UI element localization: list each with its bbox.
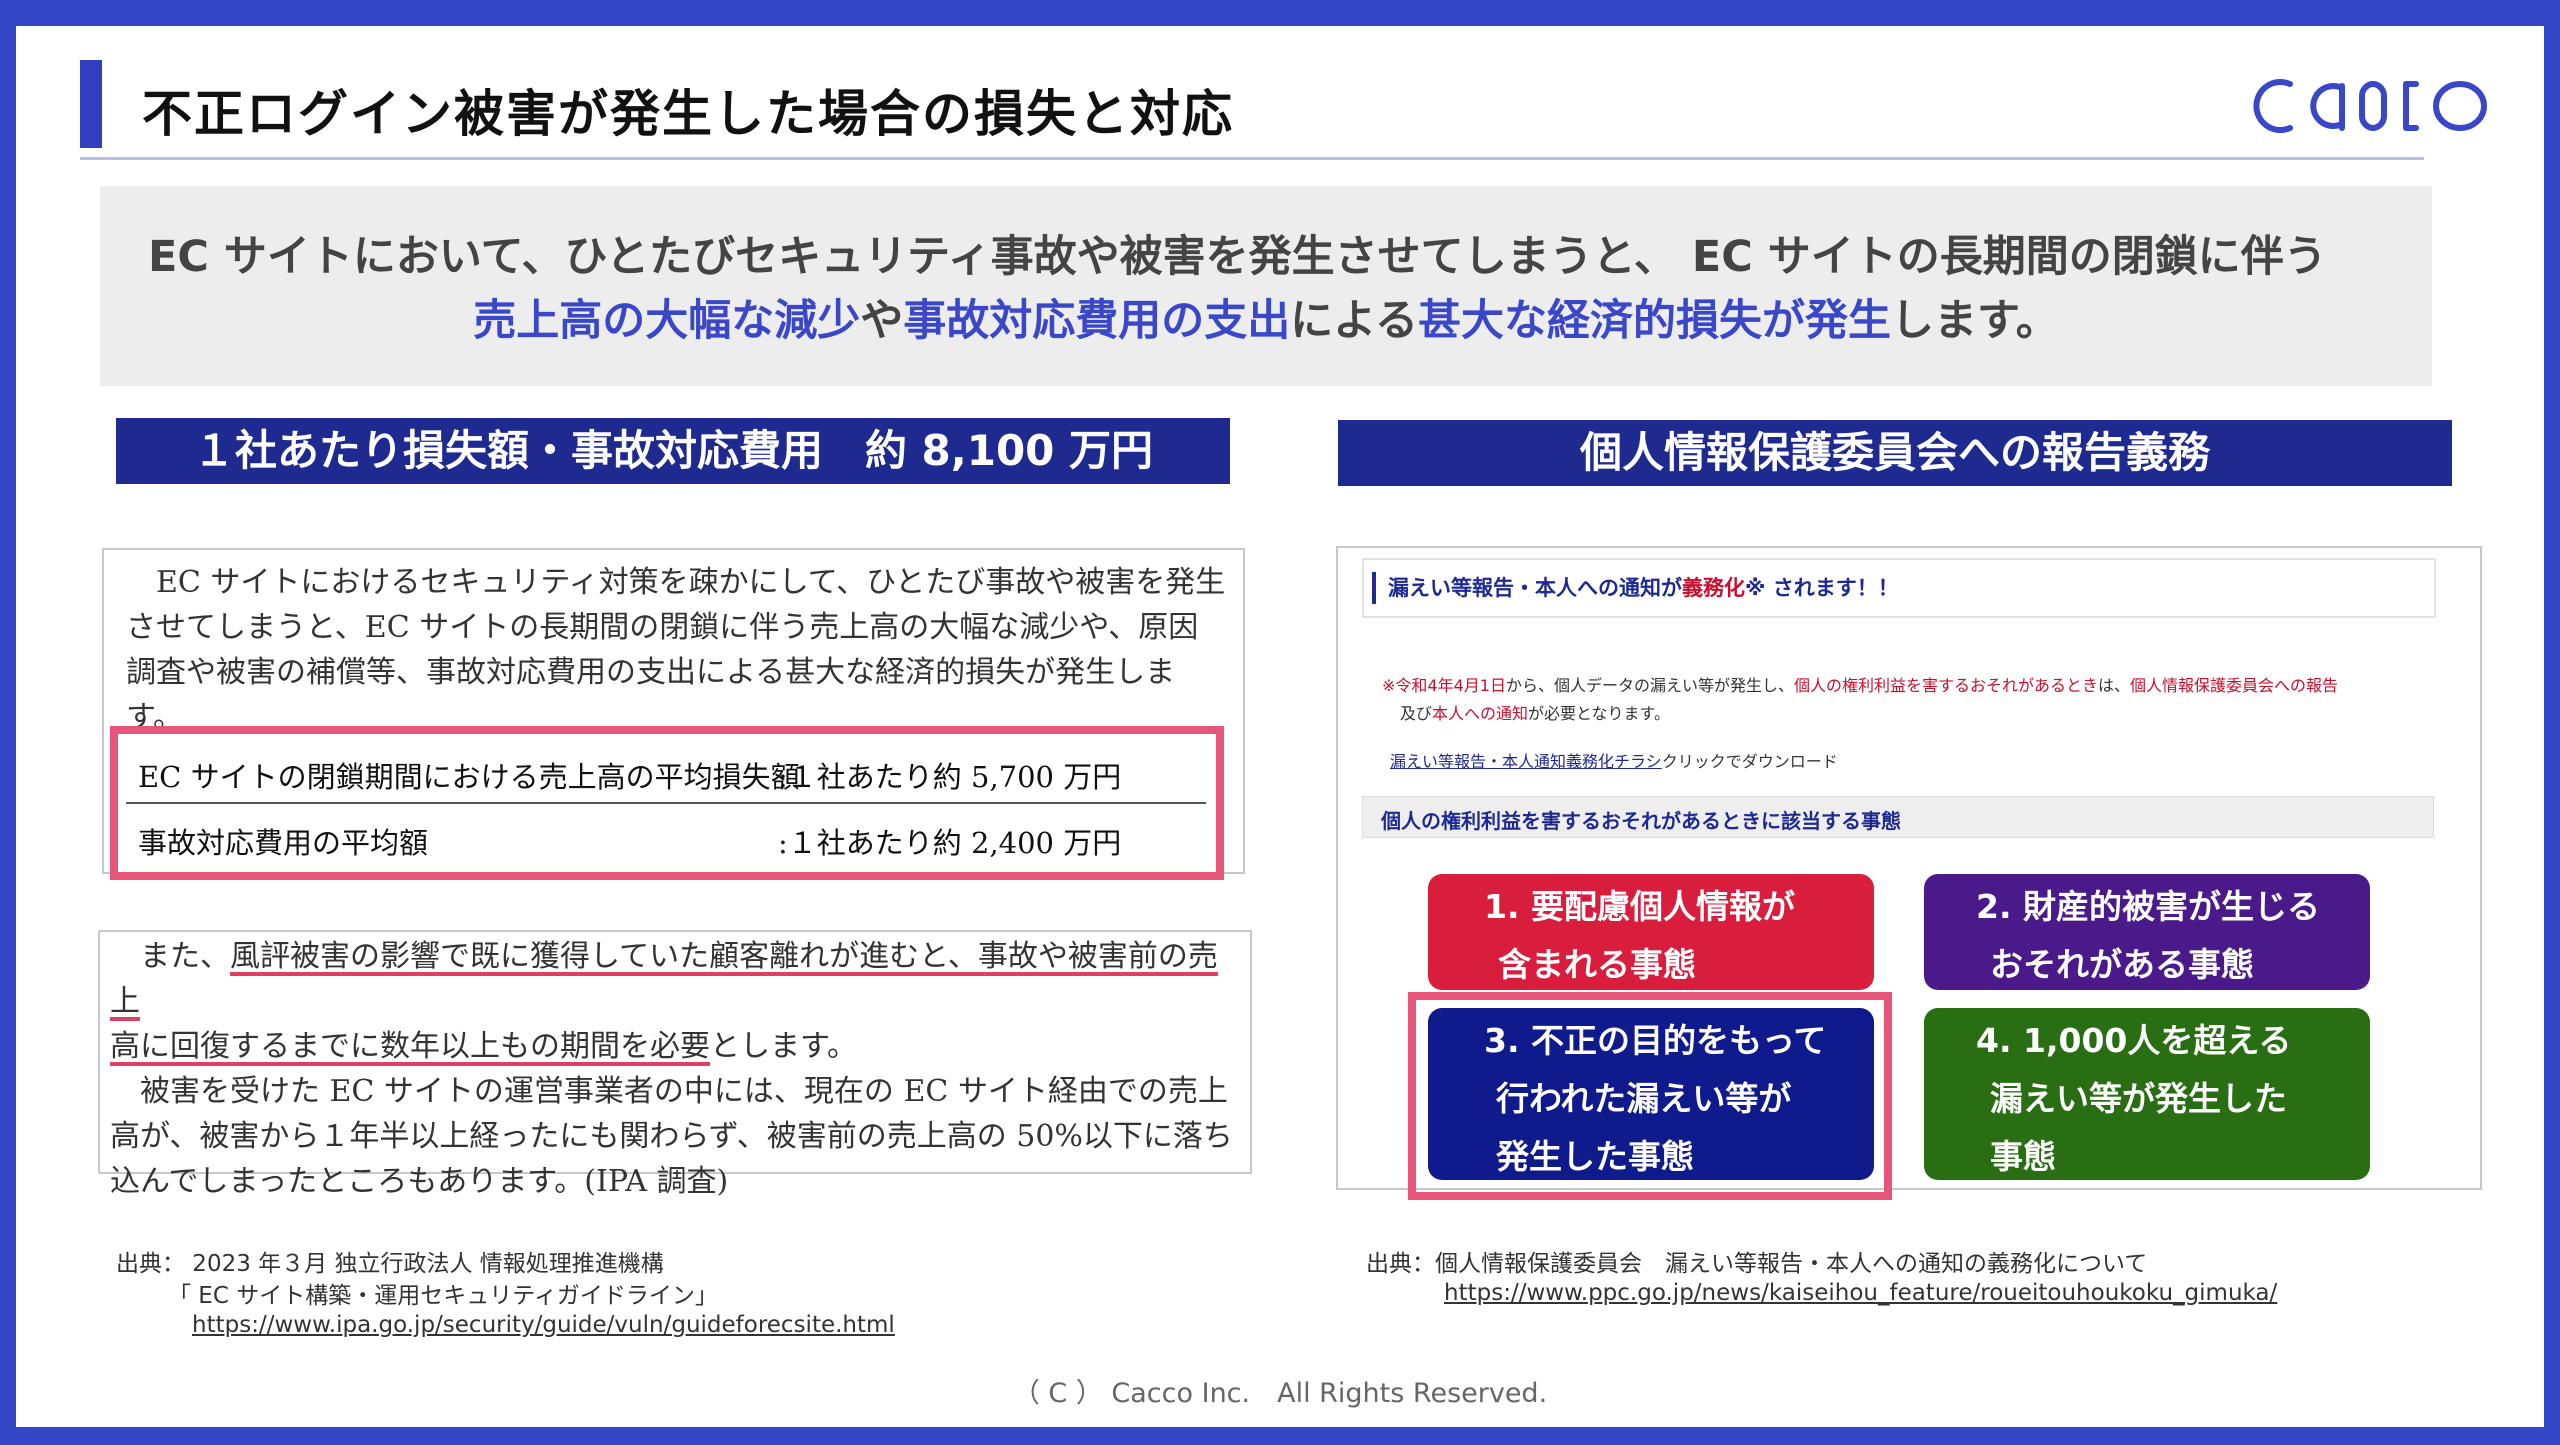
- loss-cost-header: １社あたり損失額・事故対応費用 約 8,100 万円: [116, 418, 1230, 484]
- notify-emphasis: 本人への通知: [1432, 704, 1529, 723]
- row-divider: [126, 802, 1206, 804]
- notice-detail-line-1: ※令和4年4月1日から、個人データの漏えい等が発生し、個人の権利利益を害するおそ…: [1382, 672, 2338, 696]
- risk-emphasis: 個人の権利利益を害するおそれがあるとき: [1793, 676, 2098, 695]
- incident-cost-row: 事故対応費用の平均額: [138, 820, 428, 862]
- case-card-sensitive-info: 1. 要配慮個人情報が 含まれる事態: [1428, 874, 1874, 990]
- lead-text: による: [1290, 296, 1418, 346]
- case-3-highlight-frame: [1408, 992, 1892, 1200]
- text-fragment: から、個人データの漏えい等が発生し、: [1505, 676, 1794, 695]
- download-line: 漏えい等報告・本人通知義務化チラシクリックでダウンロード: [1390, 748, 1838, 772]
- underlined-recovery-text: 風評被害の影響で既に獲得していた顧客離れが進むと、事故や被害前の売上: [110, 939, 1218, 1019]
- text-fragment: は、: [2097, 676, 2130, 695]
- risk-cases-heading-bar: 個人の権利利益を害するおそれがあるときに該当する事態: [1362, 796, 2434, 838]
- left-source-line-1: 出典： 2023 年３月 独立行政法人 情報処理推進機構: [116, 1251, 664, 1277]
- report-emphasis: 個人情報保護委員会への報告: [2130, 676, 2339, 695]
- text-fragment: 及び: [1400, 704, 1433, 723]
- average-loss-row: EC サイトの閉鎖期間における売上高の平均損失額: [138, 754, 800, 796]
- lead-text: します。: [1891, 296, 2059, 346]
- page-title: 不正ログイン被害が発生した場合の損失と対応: [142, 85, 1234, 143]
- recovery-excerpt-panel: また、風評被害の影響で既に獲得していた顧客離れが進むと、事故や被害前の売上 高に…: [98, 930, 1252, 1199]
- text-fragment: が必要となります。: [1528, 704, 1670, 723]
- case-card-over-1000-people: 4. 1,000人を超える 漏えい等が発生した 事態: [1924, 1008, 2370, 1180]
- lead-text: や: [860, 296, 904, 346]
- lead-line-1: EC サイトにおいて、ひとたびセキュリティ事故や被害を発生させてしまうと、 EC…: [148, 232, 2327, 282]
- right-source-line: 出典：個人情報保護委員会 漏えい等報告・本人への通知の義務化について: [1366, 1251, 2148, 1277]
- card-line: 漏えい等が発生した: [1990, 1079, 2287, 1118]
- lead-message-box: EC サイトにおいて、ひとたびセキュリティ事故や被害を発生させてしまうと、 EC…: [100, 186, 2432, 386]
- title-divider: [80, 157, 2424, 160]
- title-accent-bar: [80, 60, 102, 148]
- card-line: 2. 財産的被害が生じる: [1976, 887, 2320, 926]
- loss-excerpt-text: EC サイトにおけるセキュリティ対策を疎かにして、ひとたび事故や被害を発生させて…: [126, 565, 1226, 735]
- text-fragment: 漏えい等報告・本人への通知が: [1388, 576, 1682, 600]
- flyer-download-link[interactable]: 漏えい等報告・本人通知義務化チラシ: [1390, 752, 1662, 771]
- ipa-source-link[interactable]: https://www.ipa.go.jp/security/guide/vul…: [192, 1312, 895, 1338]
- card-line: 事態: [1990, 1137, 2056, 1176]
- copyright-footer: （ C ） Cacco Inc. All Rights Reserved.: [1012, 1378, 1548, 1409]
- slide: 不正ログイン被害が発生した場合の損失と対応 cacco EC サイトにおいて、ひ…: [16, 26, 2544, 1427]
- lead-emphasis-sales-drop: 売上高の大幅な減少: [473, 296, 861, 346]
- lead-emphasis-loss: 甚大な経済的損失が発生: [1418, 296, 1891, 346]
- lead-emphasis-costs: 事故対応費用の支出: [903, 296, 1291, 346]
- notice-accent: [1372, 572, 1376, 604]
- mandatory-notice-bar: 漏えい等報告・本人への通知が義務化※ されます！！: [1362, 558, 2436, 618]
- mandatory-emphasis: 義務化: [1682, 576, 1745, 600]
- recovery-excerpt-text: また、風評被害の影響で既に獲得していた顧客離れが進むと、事故や被害前の売上 高に…: [110, 934, 1244, 1204]
- survey-text: 被害を受けた EC サイトの運営事業者の中には、現在の EC サイト経由での売上…: [110, 1074, 1233, 1199]
- date-emphasis: ※令和4年4月1日: [1382, 676, 1506, 695]
- case-card-property-damage: 2. 財産的被害が生じる おそれがある事態: [1924, 874, 2370, 990]
- ppc-source-link[interactable]: https://www.ppc.go.jp/news/kaiseihou_fea…: [1444, 1280, 2277, 1306]
- card-line: 1. 要配慮個人情報が: [1484, 887, 1795, 926]
- text-fragment: クリックでダウンロード: [1661, 752, 1838, 771]
- card-line: 4. 1,000人を超える: [1976, 1021, 2292, 1060]
- reporting-duty-header: 個人情報保護委員会への報告義務: [1338, 420, 2452, 486]
- average-loss-highlight: EC サイトの閉鎖期間における売上高の平均損失額 :１社あたり約 5,700 万…: [110, 726, 1224, 880]
- incident-cost-value: :１社あたり約 2,400 万円: [778, 826, 1122, 860]
- row-label: 事故対応費用の平均額: [138, 826, 429, 860]
- text-fragment: また、: [110, 939, 230, 974]
- mandatory-notice-text: 漏えい等報告・本人への通知が義務化※ されます！！: [1388, 572, 1899, 602]
- notice-detail-line-2: 及び本人への通知が必要となります。: [1400, 700, 1670, 724]
- card-line: 含まれる事態: [1498, 945, 1696, 984]
- risk-cases-heading: 個人の権利利益を害するおそれがあるときに該当する事態: [1381, 809, 1901, 833]
- row-label: EC サイトの閉鎖期間における売上高の平均損失額: [138, 760, 800, 794]
- left-source-line-2: 「 EC サイト構築・運用セキュリティガイドライン」: [168, 1283, 718, 1309]
- text-fragment: とします。: [710, 1029, 857, 1064]
- average-loss-value: :１社あたり約 5,700 万円: [778, 760, 1122, 794]
- underlined-recovery-text-2: 高に回復するまでに数年以上もの期間を必要: [110, 1029, 710, 1064]
- text-fragment: ※ されます！！: [1745, 576, 1899, 600]
- lead-line-2: 売上高の大幅な減少や事故対応費用の支出による甚大な経済的損失が発生します。: [100, 286, 2432, 348]
- cacco-logo: cacco: [2253, 79, 2487, 133]
- card-line: おそれがある事態: [1990, 945, 2254, 984]
